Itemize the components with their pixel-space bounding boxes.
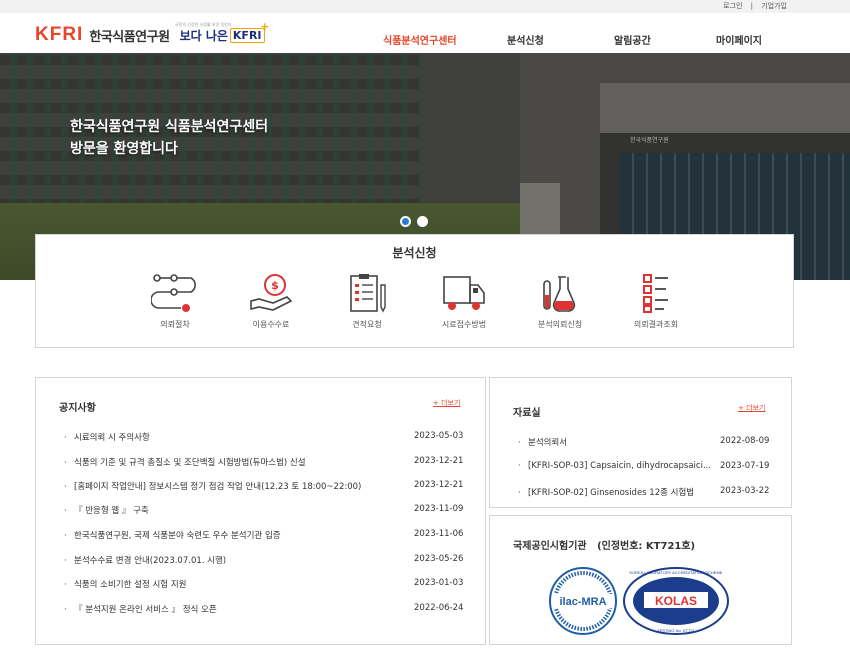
svg-text:TESTING No. KT721: TESTING No. KT721 [657,628,695,633]
nav-item-analysis-center[interactable]: 식품분석연구센터 [383,32,457,47]
login-link[interactable]: 로그인 [723,2,742,10]
service-item-label: 의뢰결과조회 [633,320,679,329]
join-link[interactable]: 기업가입 [761,2,787,10]
archive-row-date: 2022-08-09 [720,436,770,446]
nav-item-analysis-request[interactable]: 분석신청 [507,32,544,47]
notice-row-text: 식품의 소비기한 설정 시험 지원 [74,580,187,590]
delivery-truck-icon [443,276,485,310]
utility-links: 로그인 | 기업가입 [720,1,790,11]
archive-row-text: [KFRI-SOP-03] Capsaicin, dihydrocapsaici… [528,461,712,471]
service-item-result[interactable]: 의뢰결과조회 [611,273,701,330]
quote-checklist-icon [350,274,386,313]
notice-row-text: 한국식품연구원, 국제 식품분야 숙련도 우수 분석기관 입증 [74,531,281,541]
accreditation-panel: 국제공인시험기관 (인정번호: KT721호) ilac-MRA KOLAS K… [489,515,792,645]
slogan-kfri: KFRI [229,20,269,43]
carousel-dots [400,216,428,227]
notice-row-date: 2023-05-03 [414,431,464,441]
accreditation-number: (인정번호: KT721호) [597,541,696,552]
notice-panel: 공지사항 + 더보기 · 시료의뢰 시 주의사항 2023-05-03 · 식품의 … [35,377,486,645]
notice-title: 공지사항 [59,403,96,414]
notice-row-date: 2023-05-26 [414,554,464,564]
ilac-mra-logo: ilac-MRA [549,567,617,635]
archive-row-date: 2023-03-22 [720,486,770,496]
notice-row-date: 2022-06-24 [414,603,464,613]
hero-title: 한국식품연구원 식품분석연구센터 방문을 환영합니다 [70,116,268,160]
service-menu-title: 분석신청 [392,246,437,260]
service-item-label: 이용수수료 [252,320,290,329]
slogan-logo: 국민의 건강한 식생활 보장 동반자 보다 나은 KFRI [175,20,269,44]
notice-row[interactable]: · 식품의 기준 및 규격 총질소 및 조단백질 시험방법(듀마스법) 신설 20… [64,456,464,468]
hero-title-line2: 방문을 환영합니다 [70,141,178,157]
notice-row[interactable]: · 식품의 소비기한 설정 시험 지원 2023-01-03 [64,578,464,590]
nav-item-mypage[interactable]: 마이페이지 [716,32,762,47]
service-item-apply[interactable]: 분석의뢰신청 [515,273,605,330]
archive-row-text: [KFRI-SOP-02] Ginsenosides 12종 시험법 [528,488,695,498]
service-item-label: 시료접수방법 [441,320,487,329]
archive-title: 자료실 [513,408,541,419]
notice-row[interactable]: · 『 반응형 웹 』 구축 2023-11-09 [64,504,464,516]
notice-row[interactable]: · 한국식품연구원, 국제 식품분야 숙련도 우수 분석기관 입증 2023-11… [64,529,464,541]
archive-panel: 자료실 + 더보기 · 분석의뢰서 2022-08-09 · [KFRI-SOP-0… [489,377,792,508]
notice-row[interactable]: · 분석수수료 변경 안내(2023.07.01. 시행) 2023-05-26 [64,554,464,566]
result-list-icon [643,274,668,313]
accreditation-logos: ilac-MRA KOLAS KOREA LABORATORY ACCREDIT… [549,567,729,635]
notice-row-date: 2023-11-09 [414,504,464,514]
notice-row[interactable]: · 시료의뢰 시 주의사항 2023-05-03 [64,431,464,443]
archive-row-text: 분석의뢰서 [528,438,568,448]
notice-row-text: [홈페이지 작업안내] 정보시스템 정기 점검 작업 안내(12.23 토 18… [74,482,362,492]
svg-text:KOREA LABORATORY ACCREDITATION: KOREA LABORATORY ACCREDITATION SCHEME [630,570,723,575]
carousel-dot-2[interactable] [417,216,428,227]
service-item-quote[interactable]: 견적요청 [322,273,412,330]
notice-row-text: 시료의뢰 시 주의사항 [74,433,150,443]
svg-text:KOLAS: KOLAS [655,594,697,608]
svg-text:ilac-MRA: ilac-MRA [559,596,606,608]
service-item-process[interactable]: 의뢰절차 [130,273,220,330]
notice-more-link[interactable]: + 더보기 [433,398,460,408]
archive-more-link[interactable]: + 더보기 [738,403,765,413]
accreditation-title: 국제공인시험기관 (인정번호: KT721호) [513,541,696,552]
service-item-label: 견적요청 [352,320,382,329]
archive-row[interactable]: · [KFRI-SOP-03] Capsaicin, dihydrocapsaic… [518,461,778,471]
kolas-logo: KOLAS KOREA LABORATORY ACCREDITATION SCH… [623,567,729,635]
notice-row-date: 2023-01-03 [414,578,464,588]
service-item-fee[interactable]: $ 이용수수료 [226,273,316,330]
notice-row-date: 2023-12-21 [414,456,464,466]
nav-item-notice-space[interactable]: 알림공간 [614,32,651,47]
notice-row-date: 2023-11-06 [414,529,464,539]
hero-title-line1: 한국식품연구원 식품분석연구센터 [70,119,269,135]
site-logo[interactable]: KFRI 한국식품연구원 국민의 건강한 식생활 보장 동반자 보다 나은 KF… [35,20,269,46]
notice-row-text: 분석수수료 변경 안내(2023.07.01. 시행) [74,556,227,566]
notice-row-text: 『 반응형 웹 』 구축 [74,506,149,516]
service-item-label: 분석의뢰신청 [537,320,583,329]
slogan-text: 보다 나은 [179,28,228,43]
service-menu: 분석신청 의뢰절차 $ 이용수수료 견적요청 시료접수방법 분석의뢰신청 의뢰결… [35,234,794,348]
notice-row-text: 『 분석지원 온라인 서비스 』 정식 오픈 [74,605,217,615]
archive-row[interactable]: · 분석의뢰서 2022-08-09 [518,436,778,448]
utility-separator: | [750,2,753,10]
fee-hand-coin-icon: $ [250,274,293,311]
svg-text:$: $ [271,279,279,292]
lab-flask-icon [543,276,576,312]
carousel-dot-1[interactable] [400,216,411,227]
logo-name: 한국식품연구원 [89,29,170,45]
notice-row-date: 2023-12-21 [414,480,464,490]
service-item-sample-receipt[interactable]: 시료접수방법 [419,273,509,330]
notice-row-text: 식품의 기준 및 규격 총질소 및 조단백질 시험방법(듀마스법) 신설 [74,458,306,468]
notice-row[interactable]: · [홈페이지 작업안내] 정보시스템 정기 점검 작업 안내(12.23 토 1… [64,480,464,492]
notice-row[interactable]: · 『 분석지원 온라인 서비스 』 정식 오픈 2022-06-24 [64,603,464,615]
archive-row-date: 2023-07-19 [720,461,770,471]
logo-mark: KFRI [35,24,84,45]
archive-row[interactable]: · [KFRI-SOP-02] Ginsenosides 12종 시험법 2023… [518,486,778,498]
logo-tagline: 국민의 건강한 식생활 보장 동반자 [175,22,232,27]
utility-bar: 로그인 | 기업가입 [0,0,850,13]
service-item-label: 의뢰절차 [160,320,190,329]
site-header: KFRI 한국식품연구원 국민의 건강한 식생활 보장 동반자 보다 나은 KF… [0,13,850,53]
process-flow-icon [151,274,196,312]
